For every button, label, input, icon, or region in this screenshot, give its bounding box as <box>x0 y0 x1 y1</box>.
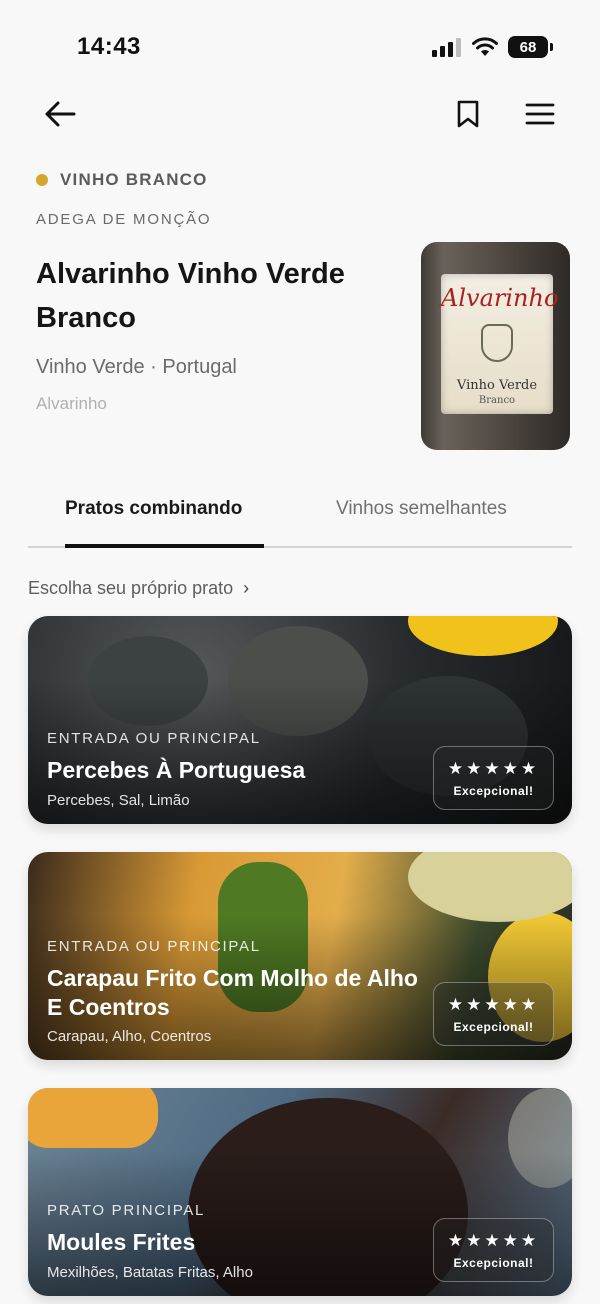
rating-badge: ★★★★★ Excepcional! <box>433 1218 554 1282</box>
dish-category: PRATO PRINCIPAL <box>47 1202 206 1219</box>
cellular-signal-icon <box>432 38 461 57</box>
dish-card[interactable]: PRATO PRINCIPAL Moules Frites Mexilhões,… <box>28 1088 572 1296</box>
status-bar: 14:43 68 <box>0 0 600 96</box>
bottle-label-line1: Vinho Verde <box>456 378 538 393</box>
status-time: 14:43 <box>77 33 141 60</box>
hamburger-menu-icon <box>525 103 555 125</box>
battery-icon: 68 <box>508 36 553 58</box>
rating-label: Excepcional! <box>453 1019 534 1034</box>
tab-bar: Pratos combinando Vinhos semelhantes <box>28 490 572 548</box>
dish-category: ENTRADA OU PRINCIPAL <box>47 730 261 747</box>
arrow-left-icon <box>45 101 76 127</box>
star-rating-icon: ★★★★★ <box>447 1230 540 1250</box>
producer-name: ADEGA DE MONÇÃO <box>36 211 212 228</box>
wine-bottle-image[interactable]: Alvarinho Vinho Verde Branco <box>421 242 570 450</box>
wine-type-dot <box>36 174 48 186</box>
rating-label: Excepcional! <box>453 783 534 798</box>
status-icons: 68 <box>432 36 553 58</box>
dish-ingredients: Mexilhões, Batatas Fritas, Alho <box>47 1264 253 1281</box>
tab-pratos-combinando[interactable]: Pratos combinando <box>65 498 242 520</box>
battery-level: 68 <box>519 38 537 56</box>
wine-type-label: VINHO BRANCO <box>60 170 208 189</box>
dish-ingredients: Carapau, Alho, Coentros <box>47 1028 212 1045</box>
wine-region: Vinho Verde · Portugal <box>36 356 237 378</box>
bottle-label-line2: Branco <box>478 395 516 406</box>
choose-dish-label: Escolha seu próprio prato <box>28 578 234 598</box>
dish-title: Percebes À Portuguesa <box>47 757 306 783</box>
bookmark-button[interactable] <box>450 94 486 134</box>
dish-title: Carapau Frito Com Molho de Alho E Coentr… <box>47 965 418 1020</box>
bottle-crest-icon <box>481 324 513 362</box>
chevron-right-icon: › <box>243 578 250 598</box>
choose-dish-link[interactable]: Escolha seu próprio prato › <box>28 578 249 599</box>
bottle-label-script: Alvarinho <box>441 284 559 312</box>
rating-label: Excepcional! <box>453 1255 534 1270</box>
rating-badge: ★★★★★ Excepcional! <box>433 746 554 810</box>
dish-card[interactable]: ENTRADA OU PRINCIPAL Carapau Frito Com M… <box>28 852 572 1060</box>
dish-category: ENTRADA OU PRINCIPAL <box>47 938 261 955</box>
dish-title: Moules Frites <box>47 1229 196 1255</box>
wine-grape: Alvarinho <box>36 394 107 413</box>
rating-badge: ★★★★★ Excepcional! <box>433 982 554 1046</box>
tab-vinhos-semelhantes[interactable]: Vinhos semelhantes <box>336 498 507 520</box>
dish-ingredients: Percebes, Sal, Limão <box>47 792 190 809</box>
bookmark-icon <box>457 100 479 128</box>
dish-card[interactable]: ENTRADA OU PRINCIPAL Percebes À Portugue… <box>28 616 572 824</box>
active-tab-indicator <box>65 544 264 548</box>
bottle-label: Alvarinho Vinho Verde Branco <box>441 274 559 414</box>
wine-name: Alvarinho Vinho Verde Branco <box>36 258 345 334</box>
star-rating-icon: ★★★★★ <box>447 758 540 778</box>
menu-button[interactable] <box>520 94 560 134</box>
back-button[interactable] <box>40 94 80 134</box>
wine-type: VINHO BRANCO <box>36 170 208 190</box>
star-rating-icon: ★★★★★ <box>447 994 540 1014</box>
wifi-icon <box>472 37 498 56</box>
